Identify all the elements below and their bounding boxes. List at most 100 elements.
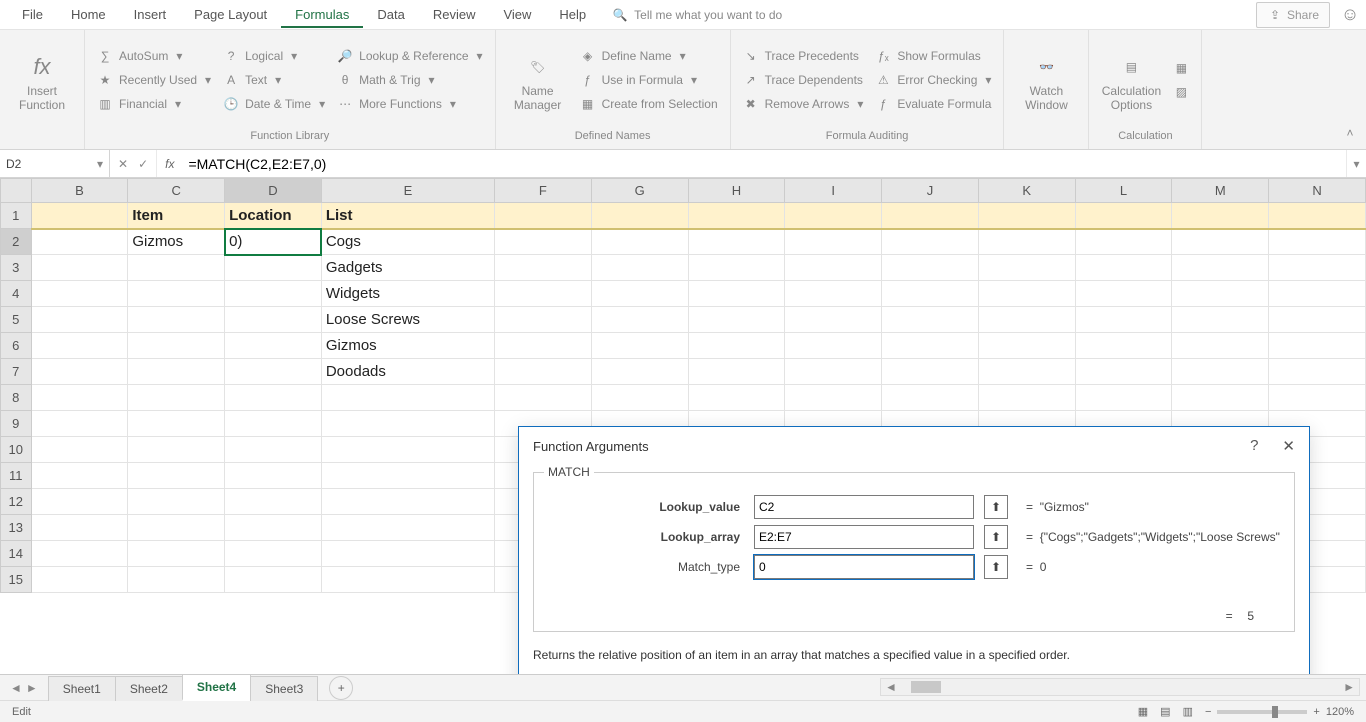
col-H[interactable]: H [688,179,785,203]
spreadsheet-grid[interactable]: B C D E F G H I J K L M N 1 Item Locatio… [0,178,1366,674]
lookup-button[interactable]: 🔎Lookup & Reference▾ [335,46,484,66]
col-G[interactable]: G [591,179,688,203]
calculation-options-button[interactable]: ▤ Calculation Options [1099,32,1163,127]
col-B[interactable]: B [31,179,128,203]
tab-sheet1[interactable]: Sheet1 [48,676,116,701]
arg-lookup-array-input[interactable] [754,525,974,549]
fx-button[interactable]: fx [157,150,182,177]
select-all-corner[interactable] [1,179,32,203]
col-M[interactable]: M [1172,179,1269,203]
cell-I1[interactable] [785,203,882,229]
accept-edit-icon[interactable]: ✓ [138,157,148,171]
row-2[interactable]: 2 [1,229,32,255]
zoom-out-icon[interactable]: − [1205,706,1211,718]
row-12[interactable]: 12 [1,489,32,515]
cell-E1[interactable]: List [321,203,494,229]
autosum-button[interactable]: ∑AutoSum▾ [95,46,213,66]
scrollbar-thumb[interactable] [911,681,941,693]
cell-M2[interactable] [1172,229,1269,255]
view-normal-icon[interactable]: ▦ [1138,705,1148,718]
cell-D2[interactable]: 0) [225,229,322,255]
col-N[interactable]: N [1269,179,1366,203]
define-name-button[interactable]: ◈Define Name▾ [578,46,720,66]
col-C[interactable]: C [128,179,225,203]
cell-J1[interactable] [882,203,979,229]
cell-G1[interactable] [591,203,688,229]
chevron-down-icon[interactable]: ▾ [97,157,103,171]
row-3[interactable]: 3 [1,255,32,281]
column-headers[interactable]: B C D E F G H I J K L M N [1,179,1366,203]
morefn-button[interactable]: ⋯More Functions▾ [335,94,484,114]
cell-C2[interactable]: Gizmos [128,229,225,255]
watch-window-button[interactable]: 👓 Watch Window [1014,32,1078,127]
financial-button[interactable]: ▥Financial▾ [95,94,213,114]
cell-E6[interactable]: Gizmos [321,333,494,359]
name-manager-button[interactable]: 🏷 Name Manager [506,32,570,127]
trace-dependents-button[interactable]: ↗Trace Dependents [741,70,866,90]
col-K[interactable]: K [978,179,1075,203]
menu-review[interactable]: Review [419,1,490,28]
scroll-right-icon[interactable]: ► [1339,680,1359,694]
menu-view[interactable]: View [489,1,545,28]
cell-B3[interactable] [31,255,128,281]
share-button[interactable]: ⇪ Share [1256,2,1330,28]
row-5[interactable]: 5 [1,307,32,333]
cell-E5[interactable]: Loose Screws [321,307,494,333]
col-D[interactable]: D [225,179,322,203]
dialog-help-icon[interactable]: ? [1250,437,1258,455]
tab-sheet3[interactable]: Sheet3 [250,676,318,701]
cell-L1[interactable] [1075,203,1172,229]
menu-home[interactable]: Home [57,1,120,28]
add-sheet-button[interactable]: + [329,676,353,700]
tab-nav-next-icon[interactable]: ► [26,681,38,695]
cell-N2[interactable] [1269,229,1366,255]
cell-J2[interactable] [882,229,979,255]
cell-D1[interactable]: Location [225,203,322,229]
row-9[interactable]: 9 [1,411,32,437]
row-1[interactable]: 1 [1,203,32,229]
cell-K1[interactable] [978,203,1075,229]
cell-K2[interactable] [978,229,1075,255]
cell-E3[interactable]: Gadgets [321,255,494,281]
recently-used-button[interactable]: ★Recently Used▾ [95,70,213,90]
mathtrig-button[interactable]: θMath & Trig▾ [335,70,484,90]
formula-input[interactable] [182,150,1346,177]
col-L[interactable]: L [1075,179,1172,203]
datetime-button[interactable]: 🕒Date & Time▾ [221,94,327,114]
name-box[interactable]: D2 ▾ [0,150,110,177]
cancel-edit-icon[interactable]: ✕ [118,157,128,171]
calc-sheet-button[interactable]: ▨ [1171,82,1191,102]
row-8[interactable]: 8 [1,385,32,411]
row-13[interactable]: 13 [1,515,32,541]
error-checking-button[interactable]: ⚠Error Checking▾ [873,70,993,90]
view-pagelayout-icon[interactable]: ▤ [1160,705,1170,718]
menu-formulas[interactable]: Formulas [281,1,363,28]
cell-I2[interactable] [785,229,882,255]
tab-nav-prev-icon[interactable]: ◄ [10,681,22,695]
insert-function-button[interactable]: fx Insert Function [10,32,74,127]
evaluate-formula-button[interactable]: ƒEvaluate Formula [873,94,993,114]
collapse-icon[interactable]: ⬆ [984,495,1008,519]
menu-file[interactable]: File [8,1,57,28]
cell-G2[interactable] [591,229,688,255]
text-button[interactable]: AText▾ [221,70,327,90]
menu-data[interactable]: Data [363,1,418,28]
tab-sheet4[interactable]: Sheet4 [182,674,251,701]
scroll-left-icon[interactable]: ◄ [881,680,901,694]
cell-F1[interactable] [495,203,592,229]
menu-insert[interactable]: Insert [120,1,181,28]
cell-D3[interactable] [225,255,322,281]
menu-pagelayout[interactable]: Page Layout [180,1,281,28]
cell-M1[interactable] [1172,203,1269,229]
remove-arrows-button[interactable]: ✖Remove Arrows▾ [741,94,866,114]
tell-me-search[interactable]: 🔍 Tell me what you want to do [600,1,794,29]
use-in-formula-button[interactable]: ƒUse in Formula▾ [578,70,720,90]
collapse-icon[interactable]: ⬆ [984,525,1008,549]
cell-H1[interactable] [688,203,785,229]
cell-E4[interactable]: Widgets [321,281,494,307]
col-E[interactable]: E [321,179,494,203]
logical-button[interactable]: ?Logical▾ [221,46,327,66]
cell-H2[interactable] [688,229,785,255]
zoom-slider[interactable] [1217,710,1307,714]
row-7[interactable]: 7 [1,359,32,385]
